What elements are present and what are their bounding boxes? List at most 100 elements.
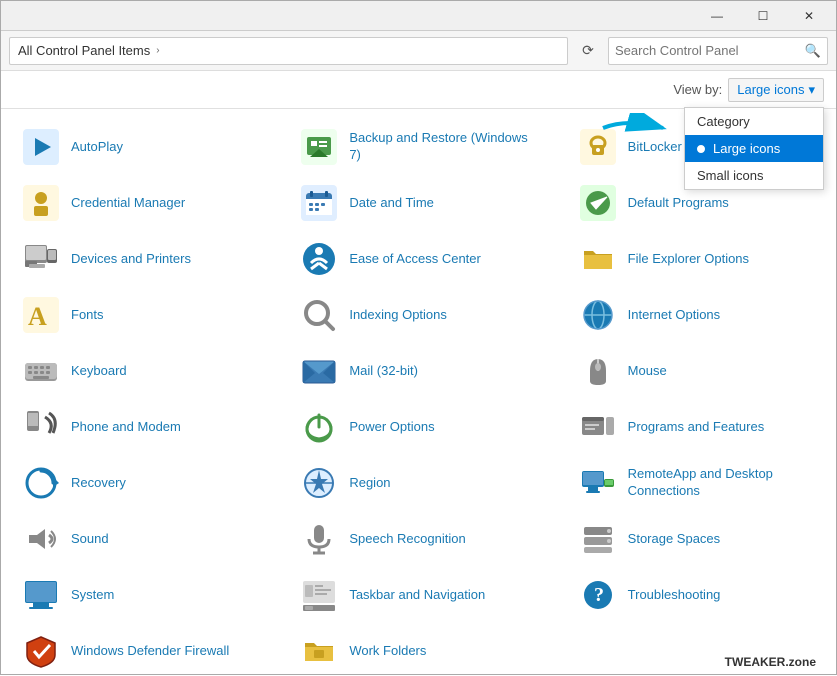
phone-label: Phone and Modem <box>71 419 181 436</box>
item-datetime[interactable]: Date and Time <box>279 175 557 231</box>
item-phone[interactable]: Phone and Modem <box>1 399 279 455</box>
mail-icon <box>299 351 339 391</box>
default-label: Default Programs <box>628 195 729 212</box>
default-icon <box>578 183 618 223</box>
fonts-icon: A <box>21 295 61 335</box>
item-troubleshoot[interactable]: ? Troubleshooting <box>558 567 836 623</box>
work-label: Work Folders <box>349 643 426 660</box>
viewby-label: View by: <box>673 82 722 97</box>
item-devices[interactable]: Devices and Printers <box>1 231 279 287</box>
speech-icon <box>299 519 339 559</box>
item-ease[interactable]: Ease of Access Center <box>279 231 557 287</box>
svg-text:A: A <box>28 302 47 331</box>
svg-text:?: ? <box>594 584 604 606</box>
backup-label: Backup and Restore (Windows 7) <box>349 130 537 164</box>
titlebar: — ☐ ✕ <box>1 1 836 31</box>
mouse-icon <box>578 351 618 391</box>
keyboard-label: Keyboard <box>71 363 127 380</box>
item-backup[interactable]: Backup and Restore (Windows 7) <box>279 119 557 175</box>
item-storage[interactable]: Storage Spaces <box>558 511 836 567</box>
maximize-button[interactable]: ☐ <box>740 1 786 31</box>
speech-label: Speech Recognition <box>349 531 465 548</box>
storage-icon <box>578 519 618 559</box>
fileexplorer-label: File Explorer Options <box>628 251 749 268</box>
items-grid: AutoPlay Backup and Restore (Windows 7) <box>1 119 836 676</box>
viewby-button[interactable]: Large icons ▾ <box>728 78 824 102</box>
remote-label: RemoteApp and Desktop Connections <box>628 466 816 500</box>
internet-label: Internet Options <box>628 307 721 324</box>
minimize-button[interactable]: — <box>694 1 740 31</box>
credential-icon <box>21 183 61 223</box>
remote-icon <box>578 463 618 503</box>
item-work[interactable]: Work Folders <box>279 623 557 676</box>
item-speech[interactable]: Speech Recognition <box>279 511 557 567</box>
search-icon: 🔍 <box>805 43 821 59</box>
dropdown-category[interactable]: Category <box>685 108 823 135</box>
arrow-indicator <box>598 113 678 146</box>
internet-icon <box>578 295 618 335</box>
system-label: System <box>71 587 114 604</box>
storage-label: Storage Spaces <box>628 531 721 548</box>
addressbar: All Control Panel Items › ⟳ 🔍 <box>1 31 836 71</box>
item-remote[interactable]: RemoteApp and Desktop Connections <box>558 455 836 511</box>
mouse-label: Mouse <box>628 363 667 380</box>
ease-icon <box>299 239 339 279</box>
region-icon <box>299 463 339 503</box>
sound-label: Sound <box>71 531 109 548</box>
search-box[interactable]: 🔍 <box>608 37 828 65</box>
item-programs[interactable]: Programs and Features <box>558 399 836 455</box>
item-fileexplorer[interactable]: File Explorer Options <box>558 231 836 287</box>
power-icon <box>299 407 339 447</box>
keyboard-icon <box>21 351 61 391</box>
item-fonts[interactable]: A Fonts <box>1 287 279 343</box>
refresh-button[interactable]: ⟳ <box>574 37 602 65</box>
recovery-label: Recovery <box>71 475 126 492</box>
dropdown-large-icons[interactable]: Large icons <box>685 135 823 162</box>
devices-icon <box>21 239 61 279</box>
watermark: TWEAKER.zone <box>725 655 816 669</box>
devices-label: Devices and Printers <box>71 251 191 268</box>
troubleshoot-icon: ? <box>578 575 618 615</box>
small-icons-label: Small icons <box>697 168 763 183</box>
item-recovery[interactable]: Recovery <box>1 455 279 511</box>
troubleshoot-label: Troubleshooting <box>628 587 721 604</box>
item-keyboard[interactable]: Keyboard <box>1 343 279 399</box>
item-internet[interactable]: Internet Options <box>558 287 836 343</box>
viewbar: View by: Large icons ▾ Category Large ic… <box>1 71 836 109</box>
item-region[interactable]: Region <box>279 455 557 511</box>
item-mail[interactable]: Mail (32-bit) <box>279 343 557 399</box>
ease-label: Ease of Access Center <box>349 251 481 268</box>
taskbar-label: Taskbar and Navigation <box>349 587 485 604</box>
category-label: Category <box>697 114 750 129</box>
taskbar-icon <box>299 575 339 615</box>
address-path[interactable]: All Control Panel Items › <box>9 37 568 65</box>
item-autoplay[interactable]: AutoPlay <box>1 119 279 175</box>
windows-defender-icon <box>21 631 61 671</box>
item-sound[interactable]: Sound <box>1 511 279 567</box>
item-windows-defender[interactable]: Windows Defender Firewall <box>1 623 279 676</box>
path-chevron: › <box>156 45 159 56</box>
datetime-icon <box>299 183 339 223</box>
dropdown-small-icons[interactable]: Small icons <box>685 162 823 189</box>
power-label: Power Options <box>349 419 434 436</box>
close-button[interactable]: ✕ <box>786 1 832 31</box>
item-system[interactable]: System <box>1 567 279 623</box>
search-input[interactable] <box>615 43 805 58</box>
item-empty: TWEAKER.zone <box>558 623 836 676</box>
recovery-icon <box>21 463 61 503</box>
viewby-current: Large icons <box>737 82 804 97</box>
programs-icon <box>578 407 618 447</box>
programs-label: Programs and Features <box>628 419 765 436</box>
item-mouse[interactable]: Mouse <box>558 343 836 399</box>
item-power[interactable]: Power Options <box>279 399 557 455</box>
autoplay-label: AutoPlay <box>71 139 123 156</box>
item-taskbar[interactable]: Taskbar and Navigation <box>279 567 557 623</box>
autoplay-icon <box>21 127 61 167</box>
mail-label: Mail (32-bit) <box>349 363 418 380</box>
system-icon <box>21 575 61 615</box>
items-container: AutoPlay Backup and Restore (Windows 7) <box>1 109 836 676</box>
item-indexing[interactable]: Indexing Options <box>279 287 557 343</box>
item-credential[interactable]: Credential Manager <box>1 175 279 231</box>
credential-label: Credential Manager <box>71 195 185 212</box>
windows-defender-label: Windows Defender Firewall <box>71 643 229 660</box>
